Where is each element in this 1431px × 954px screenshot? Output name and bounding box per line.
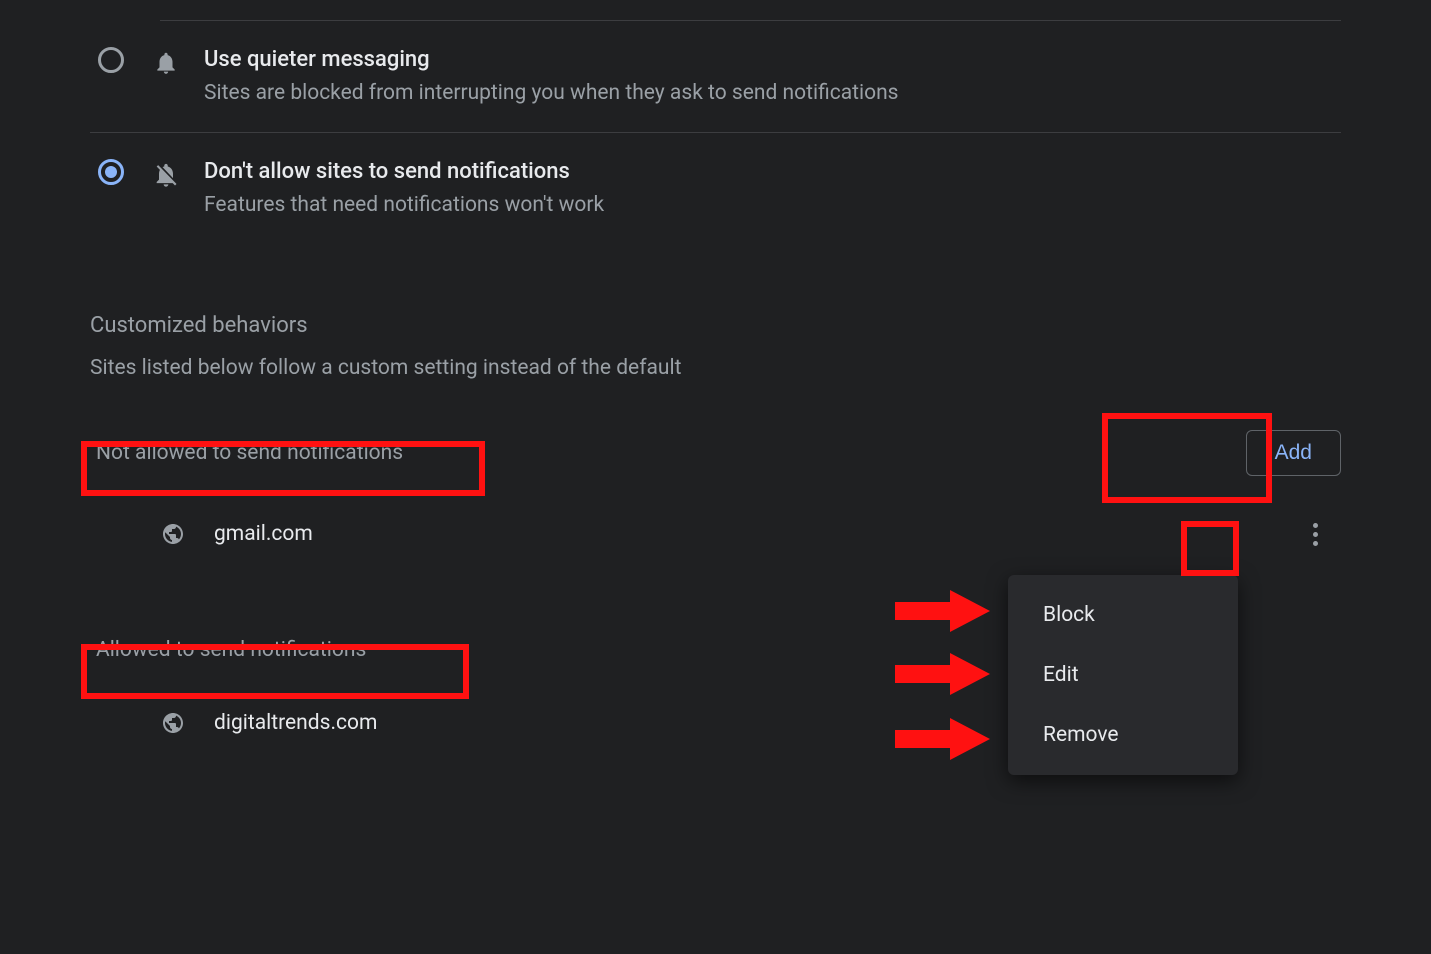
menu-block[interactable]: Block bbox=[1008, 585, 1238, 645]
globe-icon bbox=[160, 521, 186, 547]
option-block-notifications[interactable]: Don't allow sites to send notifications … bbox=[90, 132, 1341, 244]
menu-remove[interactable]: Remove bbox=[1008, 705, 1238, 765]
option-quieter-messaging[interactable]: Use quieter messaging Sites are blocked … bbox=[90, 21, 1341, 132]
menu-edit[interactable]: Edit bbox=[1008, 645, 1238, 705]
bell-icon bbox=[152, 49, 180, 77]
add-not-allowed-button[interactable]: Add bbox=[1246, 430, 1341, 476]
option-quieter-title: Use quieter messaging bbox=[204, 43, 899, 76]
not-allowed-header: Not allowed to send notifications Add bbox=[90, 430, 1341, 476]
site-name: digitaltrends.com bbox=[214, 711, 377, 735]
more-actions-button[interactable] bbox=[1297, 516, 1333, 552]
customized-heading: Customized behaviors bbox=[90, 313, 1341, 338]
site-actions-menu: Block Edit Remove bbox=[1008, 575, 1238, 775]
bell-off-icon bbox=[152, 161, 180, 189]
customized-sub: Sites listed below follow a custom setti… bbox=[90, 356, 1341, 380]
option-block-title: Don't allow sites to send notifications bbox=[204, 155, 604, 188]
site-row: gmail.com bbox=[90, 498, 1341, 570]
option-block-desc: Features that need notifications won't w… bbox=[204, 190, 604, 222]
radio-quieter[interactable] bbox=[98, 47, 124, 73]
not-allowed-title: Not allowed to send notifications bbox=[90, 433, 409, 473]
allowed-title: Allowed to send notifications bbox=[90, 630, 372, 670]
option-quieter-desc: Sites are blocked from interrupting you … bbox=[204, 78, 899, 110]
site-name: gmail.com bbox=[214, 522, 313, 546]
radio-block[interactable] bbox=[98, 159, 124, 185]
globe-icon bbox=[160, 710, 186, 736]
